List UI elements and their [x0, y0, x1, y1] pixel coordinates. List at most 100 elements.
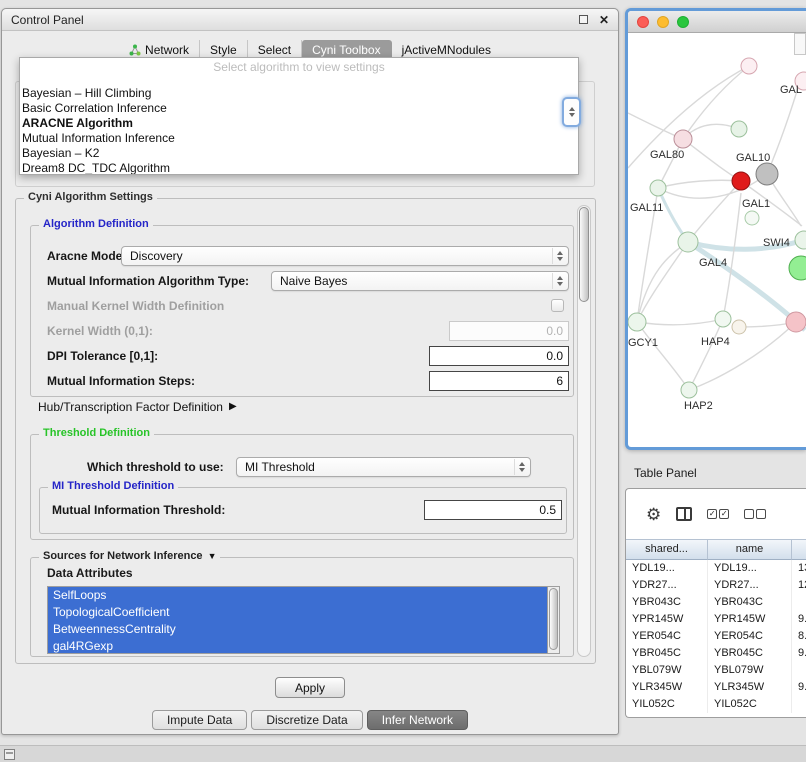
network-canvas[interactable]: GALGAL80GAL10GAL11GAL1SWI4GAL4GCY1HAP4HA…	[628, 33, 806, 447]
tab-discretize-data[interactable]: Discretize Data	[251, 710, 362, 730]
network-scrollbar[interactable]	[794, 33, 806, 55]
table-row[interactable]: YPR145WYPR145W9.	[626, 611, 806, 628]
network-node[interactable]	[786, 312, 806, 332]
close-button[interactable]	[637, 16, 649, 28]
table-row[interactable]: YDL19...YDL19...13	[626, 560, 806, 577]
mi-algorithm-type-select[interactable]: Naive Bayes	[271, 271, 569, 291]
table-cell[interactable]: YBL079W	[626, 662, 708, 679]
hub-definition-toggle[interactable]: Hub/Transcription Factor Definition ▶	[38, 399, 237, 415]
algorithm-popup-item[interactable]: Mutual Information Inference	[20, 131, 578, 146]
column-header-shared-name[interactable]: shared...	[626, 539, 708, 560]
table-cell[interactable]: 9.	[792, 645, 806, 662]
float-panel-icon[interactable]	[579, 15, 588, 24]
dpi-tolerance-input[interactable]	[429, 346, 569, 366]
table-row[interactable]: YBR045CYBR045C9.	[626, 645, 806, 662]
table-row[interactable]: YER054CYER054C8.	[626, 628, 806, 645]
data-attributes-list[interactable]: SelfLoopsTopologicalCoefficientBetweenne…	[47, 586, 547, 654]
network-node-label: GAL4	[699, 257, 727, 269]
algorithm-popup-item[interactable]: Bayesian – K2	[20, 146, 578, 161]
mi-steps-input[interactable]	[429, 371, 569, 391]
select-all-icon[interactable]: ✓✓	[707, 509, 729, 519]
table-cell[interactable]: YBR043C	[708, 594, 792, 611]
table-cell[interactable]: 8.	[792, 628, 806, 645]
table-cell[interactable]: YER054C	[626, 628, 708, 645]
panel-title: Control Panel	[11, 13, 84, 27]
network-node[interactable]	[732, 172, 750, 190]
network-node[interactable]	[650, 180, 666, 196]
network-node[interactable]	[681, 382, 697, 398]
table-cell[interactable]: YDR27...	[708, 577, 792, 594]
table-row[interactable]: YIL052CYIL052C	[626, 696, 806, 713]
aracne-mode-select[interactable]: Discovery	[121, 246, 569, 266]
network-node[interactable]	[789, 256, 806, 280]
tab-impute-data[interactable]: Impute Data	[152, 710, 247, 730]
scrollbar-thumb[interactable]	[579, 207, 589, 302]
table-cell[interactable]: 13	[792, 560, 806, 577]
network-node[interactable]	[795, 231, 806, 249]
mi-threshold-input[interactable]	[424, 500, 562, 520]
table-cell[interactable]	[792, 594, 806, 611]
column-header-name[interactable]: name	[708, 539, 792, 560]
network-node[interactable]	[715, 311, 731, 327]
table-cell[interactable]: 9.	[792, 679, 806, 696]
table-cell[interactable]: YLR345W	[626, 679, 708, 696]
table-cell[interactable]: YPR145W	[626, 611, 708, 628]
scrollbar-thumb[interactable]	[549, 588, 558, 650]
apply-button[interactable]: Apply	[275, 677, 345, 698]
deselect-all-icon[interactable]	[744, 509, 766, 519]
table-cell[interactable]: YDL19...	[626, 560, 708, 577]
table-cell[interactable]: YBR045C	[708, 645, 792, 662]
stepper-arrows-icon	[552, 248, 567, 264]
table-cell[interactable]: YBR043C	[626, 594, 708, 611]
network-node[interactable]	[678, 232, 698, 252]
algorithm-popup-item[interactable]: ARACNE Algorithm	[20, 116, 578, 131]
zoom-button[interactable]	[677, 16, 689, 28]
network-node[interactable]	[732, 320, 746, 334]
table-cell[interactable]: YBL079W	[708, 662, 792, 679]
table-row[interactable]: YLR345WYLR345W9.	[626, 679, 806, 696]
network-node[interactable]	[756, 163, 778, 185]
table-cell[interactable]: YBR045C	[626, 645, 708, 662]
minimized-panel-icon[interactable]	[4, 749, 15, 760]
sources-toggle[interactable]: Sources for Network Inference ▼	[39, 550, 220, 562]
data-attribute-item[interactable]: gal4RGexp	[48, 638, 547, 654]
table-cell[interactable]: YDL19...	[708, 560, 792, 577]
table-cell[interactable]: YER054C	[708, 628, 792, 645]
network-node[interactable]	[628, 313, 646, 331]
columns-icon[interactable]	[676, 507, 692, 521]
popup-placeholder: Select algorithm to view settings	[20, 58, 578, 76]
table-row[interactable]: YBL079WYBL079W	[626, 662, 806, 679]
network-node[interactable]	[745, 211, 759, 225]
table-row[interactable]: YDR27...YDR27...12	[626, 577, 806, 594]
table-row[interactable]: YBR043CYBR043C	[626, 594, 806, 611]
attributes-scrollbar[interactable]	[547, 586, 560, 654]
tab-infer-network[interactable]: Infer Network	[367, 710, 468, 730]
data-attribute-item[interactable]: BetweennessCentrality	[48, 621, 547, 638]
network-node[interactable]	[741, 58, 757, 74]
table-cell[interactable]: YLR345W	[708, 679, 792, 696]
data-attribute-item[interactable]: TopologicalCoefficient	[48, 604, 547, 621]
close-panel-icon[interactable]: ✕	[599, 14, 609, 26]
table-cell[interactable]: 12	[792, 577, 806, 594]
column-header-partial[interactable]	[792, 539, 806, 560]
manual-kernel-checkbox[interactable]	[551, 299, 564, 312]
network-node[interactable]	[731, 121, 747, 137]
gear-icon[interactable]: ⚙	[646, 506, 661, 523]
which-threshold-select[interactable]: MI Threshold	[236, 457, 531, 477]
table-cell[interactable]	[792, 662, 806, 679]
table-cell[interactable]: YPR145W	[708, 611, 792, 628]
table-cell[interactable]: YDR27...	[626, 577, 708, 594]
algorithm-popup-item[interactable]: Bayesian – Hill Climbing	[20, 86, 578, 101]
table-cell[interactable]: YIL052C	[626, 696, 708, 713]
settings-scrollbar[interactable]	[577, 205, 591, 657]
algorithm-popup-item[interactable]: Dream8 DC_TDC Algorithm	[20, 161, 578, 175]
algorithm-combo-fragment[interactable]	[562, 97, 581, 127]
table-cell[interactable]	[792, 696, 806, 713]
table-cell[interactable]: YIL052C	[708, 696, 792, 713]
expand-arrow-icon: ▶	[229, 402, 237, 412]
minimize-button[interactable]	[657, 16, 669, 28]
algorithm-popup-item[interactable]: Basic Correlation Inference	[20, 101, 578, 116]
network-node[interactable]	[674, 130, 692, 148]
table-cell[interactable]: 9.	[792, 611, 806, 628]
data-attribute-item[interactable]: SelfLoops	[48, 587, 547, 604]
